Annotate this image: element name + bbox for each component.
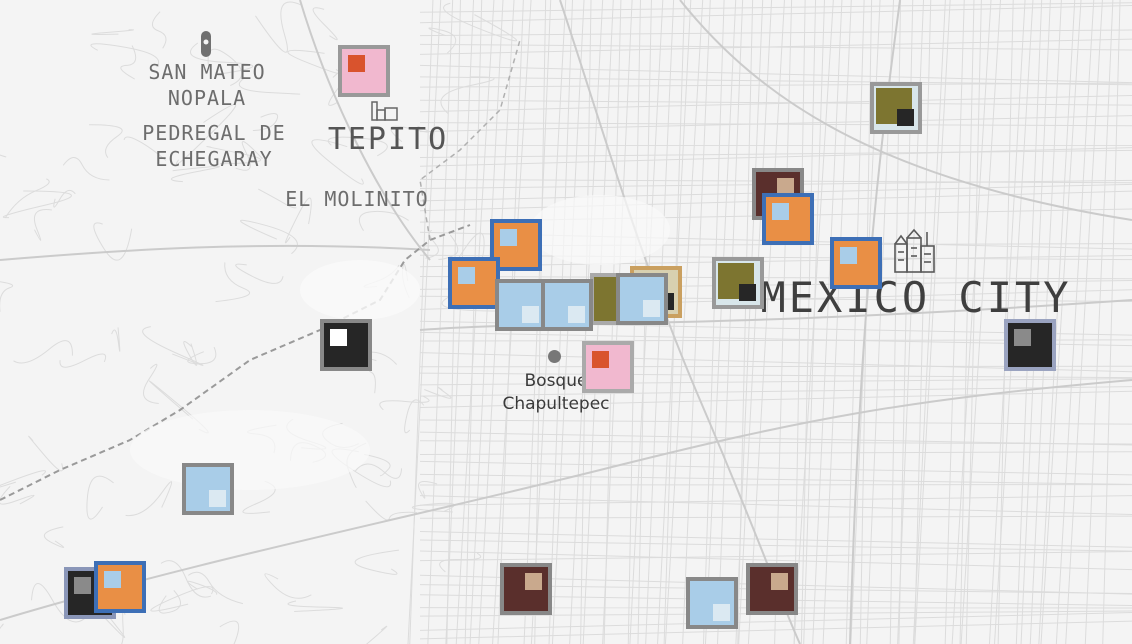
photo-marker-pink[interactable] [338,45,390,97]
photo-marker-olive-dark[interactable] [712,257,764,309]
photo-marker-olive-dark[interactable] [870,82,922,134]
marker-thumbnail-corner [771,573,788,590]
area-label-el-molinito: EL MOLINITO [285,187,429,211]
photo-marker-blue[interactable] [495,279,547,331]
park-dot-icon [548,350,561,363]
photo-marker-blue[interactable] [541,279,593,331]
photo-marker-orange[interactable] [448,257,500,309]
area-label-tepito: TEPITO [327,122,449,157]
photo-marker-dark[interactable] [320,319,372,371]
marker-thumbnail-corner [840,247,857,264]
marker-thumbnail-corner [74,577,91,594]
photo-marker-blue[interactable] [686,577,738,629]
photo-marker-orange[interactable] [762,193,814,245]
city-buildings-icon [894,228,935,273]
area-label-pedregal-de-echegaray: PEDREGAL DE ECHEGARAY [142,121,286,171]
photo-marker-blue[interactable] [182,463,234,515]
marker-thumbnail-corner [772,203,789,220]
marker-thumbnail-corner [500,229,517,246]
map-canvas[interactable]: SAN MATEO NOPALA PEDREGAL DE ECHEGARAY E… [0,0,1132,644]
photo-marker-pink[interactable] [582,341,634,393]
city-label-mexico-city: MEXICO CITY [760,273,1072,322]
marker-thumbnail-corner [348,55,365,72]
photo-marker-orange[interactable] [830,237,882,289]
photo-marker-blue[interactable] [616,273,668,325]
marker-thumbnail-corner [592,351,609,368]
photo-marker-dark[interactable] [1004,319,1056,371]
marker-thumbnail-corner [458,267,475,284]
marker-thumbnail-corner [739,284,756,301]
marker-thumbnail-corner [522,306,539,323]
marker-thumbnail-corner [568,306,585,323]
marker-thumbnail-corner [897,109,914,126]
area-label-san-mateo-nopala: SAN MATEO NOPALA [148,60,266,110]
marker-thumbnail-corner [713,604,730,621]
marker-thumbnail-corner [209,490,226,507]
photo-marker-maroon[interactable] [746,563,798,615]
photo-marker-maroon[interactable] [500,563,552,615]
photo-marker-orange[interactable] [94,561,146,613]
marker-thumbnail-corner [643,300,660,317]
marker-thumbnail-corner [330,329,347,346]
map-pin-icon [201,31,211,57]
marker-thumbnail-corner [1014,329,1031,346]
factory-icon [371,101,398,121]
marker-thumbnail-corner [525,573,542,590]
marker-thumbnail-corner [104,571,121,588]
